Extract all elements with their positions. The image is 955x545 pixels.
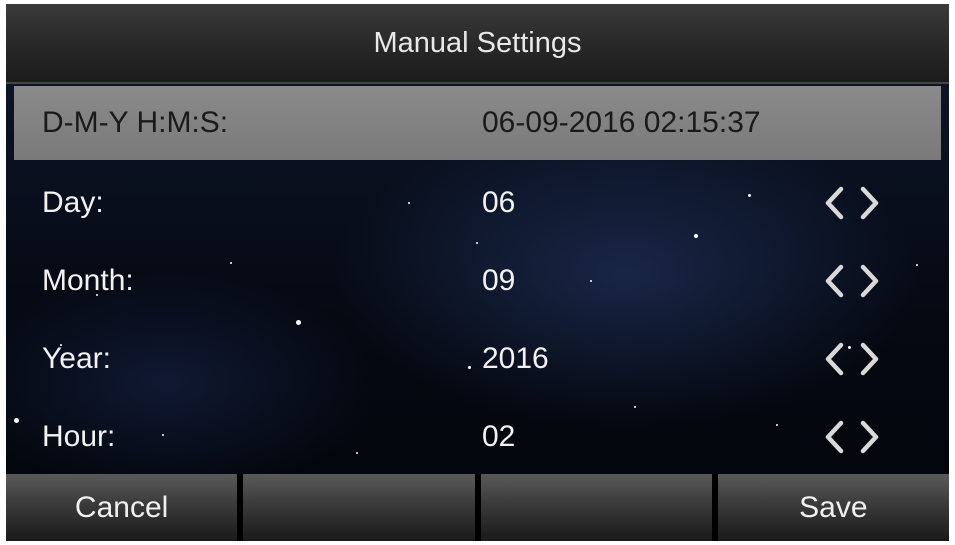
field-row-day[interactable]: Day: 06 — [6, 164, 949, 242]
chevron-left-icon — [825, 264, 844, 298]
chevron-right-icon — [860, 420, 879, 454]
hour-decrease-button[interactable] — [820, 418, 848, 456]
month-increase-button[interactable] — [856, 262, 884, 300]
year-decrease-button[interactable] — [820, 340, 848, 378]
datetime-summary-label: D-M-Y H:M:S: — [42, 106, 229, 139]
chevron-left-icon — [825, 342, 844, 376]
chevron-right-icon — [860, 342, 879, 376]
chevron-right-icon — [860, 264, 879, 298]
chevron-left-icon — [825, 186, 844, 220]
datetime-summary-row: D-M-Y H:M:S: 06-09-2016 02:15:37 — [14, 86, 941, 160]
phone-screen: Manual Settings D-M-Y H:M:S: 06-09-2016 … — [6, 4, 949, 541]
year-increase-button[interactable] — [856, 340, 884, 378]
field-value-hour[interactable]: 02 — [482, 420, 515, 454]
datetime-summary-value: 06-09-2016 02:15:37 — [482, 106, 761, 139]
cancel-softkey[interactable]: Cancel — [6, 474, 238, 541]
hour-increase-button[interactable] — [856, 418, 884, 456]
field-value-day[interactable]: 06 — [482, 186, 515, 220]
softkey-2[interactable] — [243, 474, 475, 541]
field-row-hour[interactable]: Hour: 02 — [6, 398, 949, 476]
softkey-3[interactable] — [480, 474, 712, 541]
chevron-left-icon — [825, 420, 844, 454]
title-bar: Manual Settings — [6, 4, 949, 84]
field-label-year: Year: — [42, 342, 111, 375]
field-row-year[interactable]: Year: 2016 — [6, 320, 949, 398]
day-increase-button[interactable] — [856, 184, 884, 222]
field-value-month[interactable]: 09 — [482, 264, 515, 298]
field-label-month: Month: — [42, 264, 134, 297]
field-value-year[interactable]: 2016 — [482, 342, 549, 376]
field-row-month[interactable]: Month: 09 — [6, 242, 949, 320]
day-decrease-button[interactable] — [820, 184, 848, 222]
save-softkey[interactable]: Save — [717, 474, 949, 541]
softkey-bar: Cancel Save — [6, 474, 949, 541]
field-label-day: Day: — [42, 186, 104, 219]
month-decrease-button[interactable] — [820, 262, 848, 300]
field-label-hour: Hour: — [42, 420, 116, 453]
chevron-right-icon — [860, 186, 879, 220]
page-title: Manual Settings — [373, 26, 582, 59]
